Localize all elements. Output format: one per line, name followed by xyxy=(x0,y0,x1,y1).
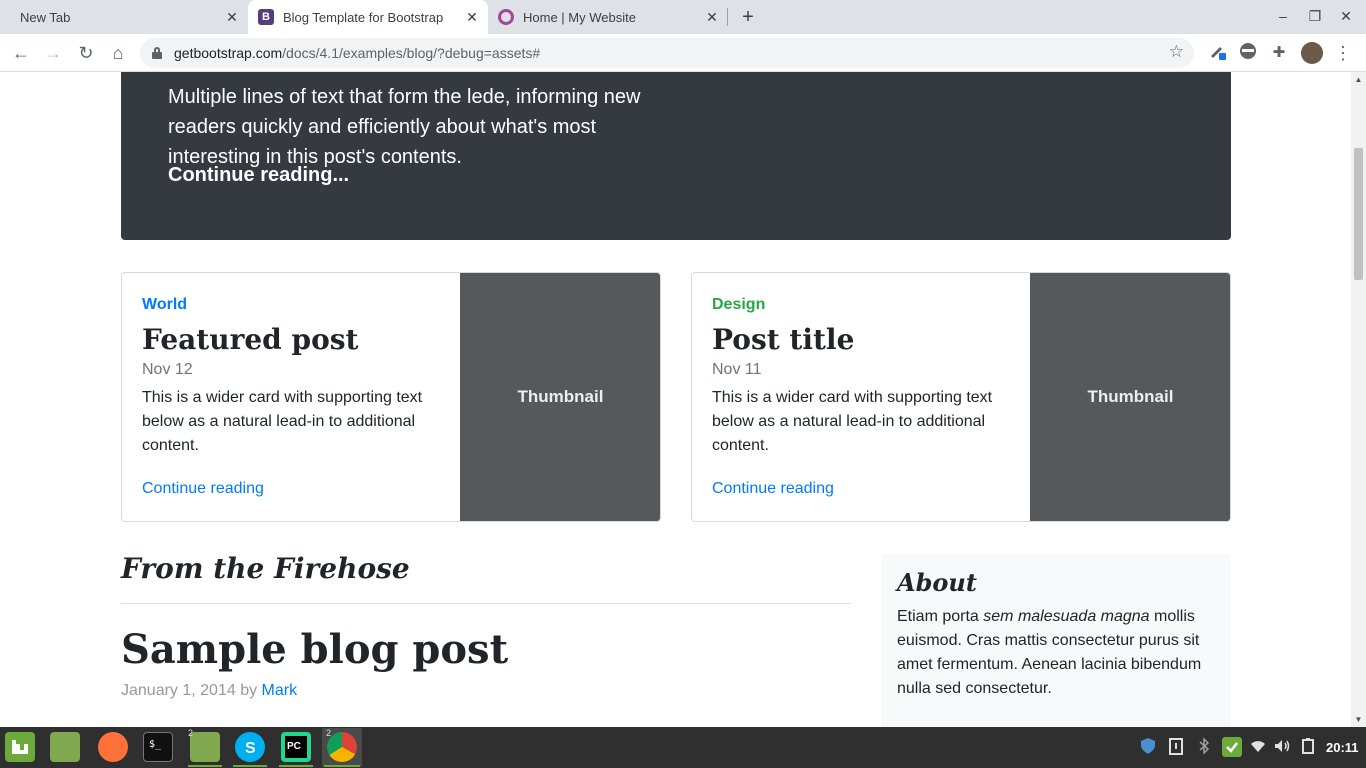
post-date: January 1, 2014 by xyxy=(121,682,258,699)
tab-new-tab[interactable]: New Tab ✕ xyxy=(8,0,248,34)
firefox-icon[interactable] xyxy=(98,732,128,762)
chrome-icon[interactable] xyxy=(327,732,357,762)
tab-label: Blog Template for Bootstrap xyxy=(283,9,444,25)
url-path: /docs/4.1/examples/blog/?debug=assets# xyxy=(282,45,541,61)
running-indicator xyxy=(324,765,360,767)
tab-my-website[interactable]: Home | My Website ✕ xyxy=(488,0,728,34)
battery-icon[interactable] xyxy=(1298,737,1318,757)
svg-text:PC: PC xyxy=(287,741,301,752)
tab-strip: New Tab ✕ B Blog Template for Bootstrap … xyxy=(0,0,1366,34)
bluetooth-icon[interactable] xyxy=(1194,737,1214,757)
close-icon[interactable]: ✕ xyxy=(224,9,240,25)
tab-separator xyxy=(727,8,728,26)
about-text-1: Etiam porta xyxy=(897,608,984,625)
clipboard-icon[interactable] xyxy=(1166,737,1186,757)
url-text[interactable]: getbootstrap.com/docs/4.1/examples/blog/… xyxy=(174,45,540,61)
svg-text:S: S xyxy=(245,740,256,757)
svg-text:$_: $_ xyxy=(149,739,162,750)
pycharm-icon[interactable]: PC xyxy=(281,732,311,762)
files-window-count: 2 xyxy=(188,728,194,738)
card-continue-link[interactable]: Continue reading xyxy=(142,480,264,498)
jumbotron: Multiple lines of text that form the led… xyxy=(121,72,1231,240)
divider xyxy=(121,603,851,604)
card-title: Featured post xyxy=(142,323,359,356)
scroll-up-arrow-icon[interactable]: ▲ xyxy=(1351,75,1366,84)
card-thumbnail: Thumbnail xyxy=(460,273,660,521)
jumbotron-lede: Multiple lines of text that form the led… xyxy=(168,86,641,168)
scroll-down-arrow-icon[interactable]: ▼ xyxy=(1351,715,1366,724)
extension-mask-icon[interactable] xyxy=(1237,42,1259,64)
card-thumbnail: Thumbnail xyxy=(1030,273,1230,521)
close-icon[interactable]: ✕ xyxy=(464,9,480,25)
terminal-icon[interactable]: $_ xyxy=(143,732,173,762)
about-box: About Etiam porta sem malesuada magna mo… xyxy=(881,554,1231,727)
card-date: Nov 12 xyxy=(142,361,193,378)
author-link[interactable]: Mark xyxy=(262,682,298,699)
continue-reading-link[interactable]: Continue reading... xyxy=(168,164,349,187)
post-card: Design Post title Nov 11 This is a wider… xyxy=(691,272,1231,522)
running-indicator xyxy=(188,765,222,767)
close-icon[interactable]: ✕ xyxy=(704,9,720,25)
mint-menu-icon[interactable] xyxy=(5,732,35,762)
about-text-em: sem malesuada magna xyxy=(983,608,1150,625)
featured-card: World Featured post Nov 12 This is a wid… xyxy=(121,272,661,522)
blog-post-title: Sample blog post xyxy=(121,626,509,673)
file-manager-icon[interactable] xyxy=(50,732,80,762)
forward-button[interactable]: → xyxy=(41,41,65,65)
page-scrollbar[interactable]: ▲ ▼ xyxy=(1351,72,1366,727)
chrome-window-count: 2 xyxy=(326,728,332,738)
back-button[interactable]: ← xyxy=(9,41,33,65)
browser-toolbar: ← → ↻ ⌂ getbootstrap.com/docs/4.1/exampl… xyxy=(0,34,1366,72)
blog-post-meta: January 1, 2014 by Mark xyxy=(121,682,297,700)
close-window-button[interactable]: ✕ xyxy=(1336,8,1356,25)
card-continue-link[interactable]: Continue reading xyxy=(712,480,834,498)
about-title: About xyxy=(897,568,977,597)
extensions-puzzle-icon[interactable]: ✚ xyxy=(1268,42,1290,64)
running-indicator xyxy=(233,765,267,767)
home-button[interactable]: ⌂ xyxy=(106,41,130,65)
extension-pen-icon[interactable] xyxy=(1206,42,1228,64)
minimize-button[interactable]: – xyxy=(1273,8,1293,24)
tab-blog-template[interactable]: B Blog Template for Bootstrap ✕ xyxy=(248,0,488,34)
address-bar[interactable]: getbootstrap.com/docs/4.1/examples/blog/… xyxy=(140,38,1194,68)
card-category[interactable]: World xyxy=(142,296,187,314)
card-text: This is a wider card with supporting tex… xyxy=(142,389,423,454)
bootstrap-favicon-icon: B xyxy=(258,9,274,25)
maximize-button[interactable]: ❐ xyxy=(1305,8,1325,25)
os-taskbar: $_ 2 S PC 2 20:11 xyxy=(0,727,1366,768)
running-indicator xyxy=(279,765,313,767)
shield-icon[interactable] xyxy=(1138,737,1158,757)
reload-button[interactable]: ↻ xyxy=(74,41,98,65)
scroll-thumb[interactable] xyxy=(1354,148,1363,280)
clock[interactable]: 20:11 xyxy=(1326,740,1359,755)
tab-label: New Tab xyxy=(20,9,71,25)
website-favicon-icon xyxy=(498,9,514,25)
card-title: Post title xyxy=(712,323,855,356)
volume-icon[interactable] xyxy=(1272,737,1292,757)
wifi-icon[interactable] xyxy=(1248,737,1268,757)
profile-avatar[interactable] xyxy=(1301,42,1323,64)
about-text: Etiam porta sem malesuada magna mollis e… xyxy=(897,605,1217,701)
section-heading: From the Firehose xyxy=(121,552,410,585)
bookmark-star-icon[interactable]: ☆ xyxy=(1169,42,1184,62)
lock-icon[interactable] xyxy=(152,47,162,59)
update-check-icon[interactable] xyxy=(1222,737,1242,757)
new-tab-button[interactable]: + xyxy=(736,5,760,29)
page-viewport: Multiple lines of text that form the led… xyxy=(0,72,1351,727)
card-category[interactable]: Design xyxy=(712,296,765,314)
url-host: getbootstrap.com xyxy=(174,45,283,61)
files-folder-icon[interactable] xyxy=(190,732,220,762)
skype-icon[interactable]: S xyxy=(235,732,265,762)
menu-kebab-icon[interactable]: ⋮ xyxy=(1332,42,1354,64)
card-text: This is a wider card with supporting tex… xyxy=(712,389,993,454)
tab-label: Home | My Website xyxy=(523,9,636,25)
card-date: Nov 11 xyxy=(712,361,762,378)
